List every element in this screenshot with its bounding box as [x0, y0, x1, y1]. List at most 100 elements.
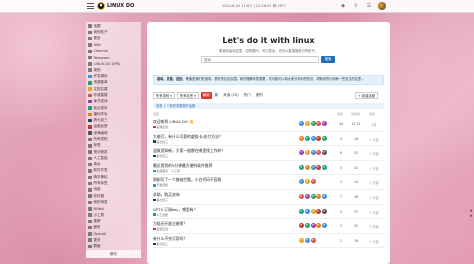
topic-category[interactable]: 开发调优 [153, 183, 168, 187]
topic-row[interactable]: 为啥还开放注册呢？ 运营反馈 3 22 3 分钟 [153, 219, 384, 234]
avatar[interactable] [322, 208, 328, 214]
activity-time[interactable]: 3 分钟 [367, 224, 381, 229]
topic-row[interactable]: 刚刚写了一个基础拦截，小白代码不容易 开发调优 2 14 1 分钟 [153, 175, 384, 190]
avatar[interactable] [316, 164, 322, 170]
sidebar-item-label: 精华神帖 [93, 174, 108, 179]
user-avatar[interactable] [378, 2, 386, 10]
topic-category[interactable]: 搞七捻三 [153, 154, 168, 158]
new-topic-button[interactable]: + 新建话题 [355, 92, 378, 99]
topic-row[interactable]: 求助，购买咨询 搞七捻三 7 38 2 分钟 [153, 190, 384, 205]
scroll-controls[interactable]: ▲ ▼ [469, 208, 473, 238]
avatar[interactable] [299, 179, 304, 185]
avatar[interactable] [299, 121, 304, 126]
tab[interactable]: 新 [213, 92, 221, 99]
tab[interactable]: 最新 [200, 92, 212, 99]
avatar[interactable] [322, 121, 328, 126]
avatar[interactable] [310, 164, 316, 170]
menu-icon[interactable]: ☰ [365, 2, 373, 10]
activity-time[interactable]: 1 分钟 [367, 151, 381, 156]
avatar[interactable] [304, 164, 310, 170]
tag-label[interactable]: 小工具 [171, 169, 180, 173]
activity-time[interactable]: 5月 [367, 122, 381, 127]
avatar[interactable] [316, 223, 322, 229]
tab[interactable]: 类别 [254, 92, 265, 99]
avatar[interactable] [322, 135, 328, 141]
chevron-down-icon[interactable]: ▼ [470, 214, 472, 218]
topic-list: 欢迎来到 LINUX DO 👋 运营反馈 44 12.7k 5月 大佬们，有什么可靠的虚拟… [153, 117, 384, 249]
category-square-icon [88, 238, 92, 242]
avatar[interactable] [322, 193, 328, 199]
avatar[interactable] [310, 150, 316, 156]
avatar[interactable] [310, 179, 316, 185]
avatar[interactable] [310, 193, 316, 199]
sidebar-item-label: 纯水 [93, 162, 101, 167]
view-count: 18 [353, 136, 359, 141]
topic-category[interactable]: 搞七捻三 [153, 140, 168, 144]
sidebar-item[interactable]: 群组 [88, 243, 139, 249]
pin-icon[interactable]: ◆ [339, 2, 347, 10]
avatar[interactable] [310, 121, 316, 126]
avatar[interactable] [316, 208, 322, 214]
avatar[interactable] [299, 223, 304, 229]
tag-dropdown[interactable]: 所有标签 ▾ [176, 92, 199, 99]
activity-time[interactable]: 1 分钟 [367, 180, 381, 185]
topic-row[interactable]: 欢迎来到 LINUX DO 👋 运营反馈 44 12.7k 5月 [153, 117, 384, 132]
avatar[interactable] [304, 121, 310, 126]
avatar[interactable] [304, 237, 310, 243]
activity-time[interactable]: 2 分钟 [367, 195, 381, 200]
topic-category[interactable]: 人工智能 [153, 213, 168, 217]
topic-row[interactable]: 最近用到的5分钟最方便的软件推荐 资源荟萃 小工具 5 41 1 分钟 [153, 161, 384, 176]
avatar[interactable] [322, 223, 328, 229]
topic-row[interactable]: GPT4 订阅key，哪里有？ 人工智能 9 57 2 分钟 [153, 205, 384, 220]
view-count: 32 [353, 151, 359, 156]
avatar[interactable] [304, 223, 310, 229]
reply-count: 5 [339, 165, 343, 170]
avatar[interactable] [316, 121, 322, 126]
topic-category[interactable]: 运营反馈 [153, 125, 168, 129]
topic-category[interactable]: 搞七捻三 [153, 198, 168, 202]
search-input[interactable] [201, 56, 319, 63]
site-logo[interactable]: LINUX DO [97, 2, 134, 10]
avatar[interactable] [316, 193, 322, 199]
tab[interactable]: 未读 (25) [221, 92, 240, 99]
avatar[interactable] [304, 193, 310, 199]
activity-time[interactable]: 1 分钟 [367, 166, 381, 171]
avatar[interactable] [299, 150, 304, 156]
avatar[interactable] [310, 237, 316, 243]
topic-row[interactable]: 大佬们，有什么可靠的虚拟卡/支付方法？ 搞七捻三 4 18 1 分钟 [153, 132, 384, 147]
avatar[interactable] [299, 237, 304, 243]
poster-avatars [299, 150, 328, 156]
chevron-up-icon[interactable]: ▲ [470, 208, 472, 212]
category-dropdown[interactable]: 所有类别 ▾ [153, 92, 175, 99]
activity-time[interactable]: 3 分钟 [367, 239, 381, 244]
search-button[interactable]: 搜索 [321, 56, 335, 63]
avatar[interactable] [322, 150, 328, 156]
avatar[interactable] [316, 150, 322, 156]
topic-category[interactable]: 资源荟萃 小工具 [153, 169, 180, 173]
search-icon[interactable]: ⚲ [352, 2, 360, 10]
tab[interactable]: 热门 [242, 92, 253, 99]
activity-time[interactable]: 2 分钟 [367, 210, 381, 215]
avatar[interactable] [316, 135, 322, 141]
sidebar-chat-button[interactable]: 聊天 [86, 250, 141, 258]
avatar[interactable] [304, 150, 310, 156]
topic-category[interactable]: 搞七捻三 [153, 242, 168, 246]
avatar[interactable] [299, 164, 304, 170]
topic-row[interactable]: 温故而知新，大家一般都在哪里找工作的？ 搞七捻三 6 32 1 分钟 [153, 146, 384, 161]
topic-row[interactable]: 有什么不充可用吗？ 搞七捻三 2 16 3 分钟 [153, 234, 384, 249]
avatar[interactable] [310, 223, 316, 229]
avatar[interactable] [299, 193, 304, 199]
avatar[interactable] [304, 135, 310, 141]
avatar[interactable] [299, 135, 304, 141]
topic-category[interactable]: 运营反馈 [153, 227, 168, 231]
avatar[interactable] [304, 208, 310, 214]
activity-time[interactable]: 1 分钟 [367, 137, 381, 142]
avatar[interactable] [299, 208, 304, 214]
avatar[interactable] [322, 164, 328, 170]
category-square-icon [88, 244, 92, 249]
new-topics-banner[interactable]: 查看 1 个新的或更新的话题 [153, 103, 384, 109]
hamburger-icon[interactable] [87, 3, 94, 9]
avatar[interactable] [310, 135, 316, 141]
avatar[interactable] [310, 208, 316, 214]
avatar[interactable] [304, 179, 310, 185]
